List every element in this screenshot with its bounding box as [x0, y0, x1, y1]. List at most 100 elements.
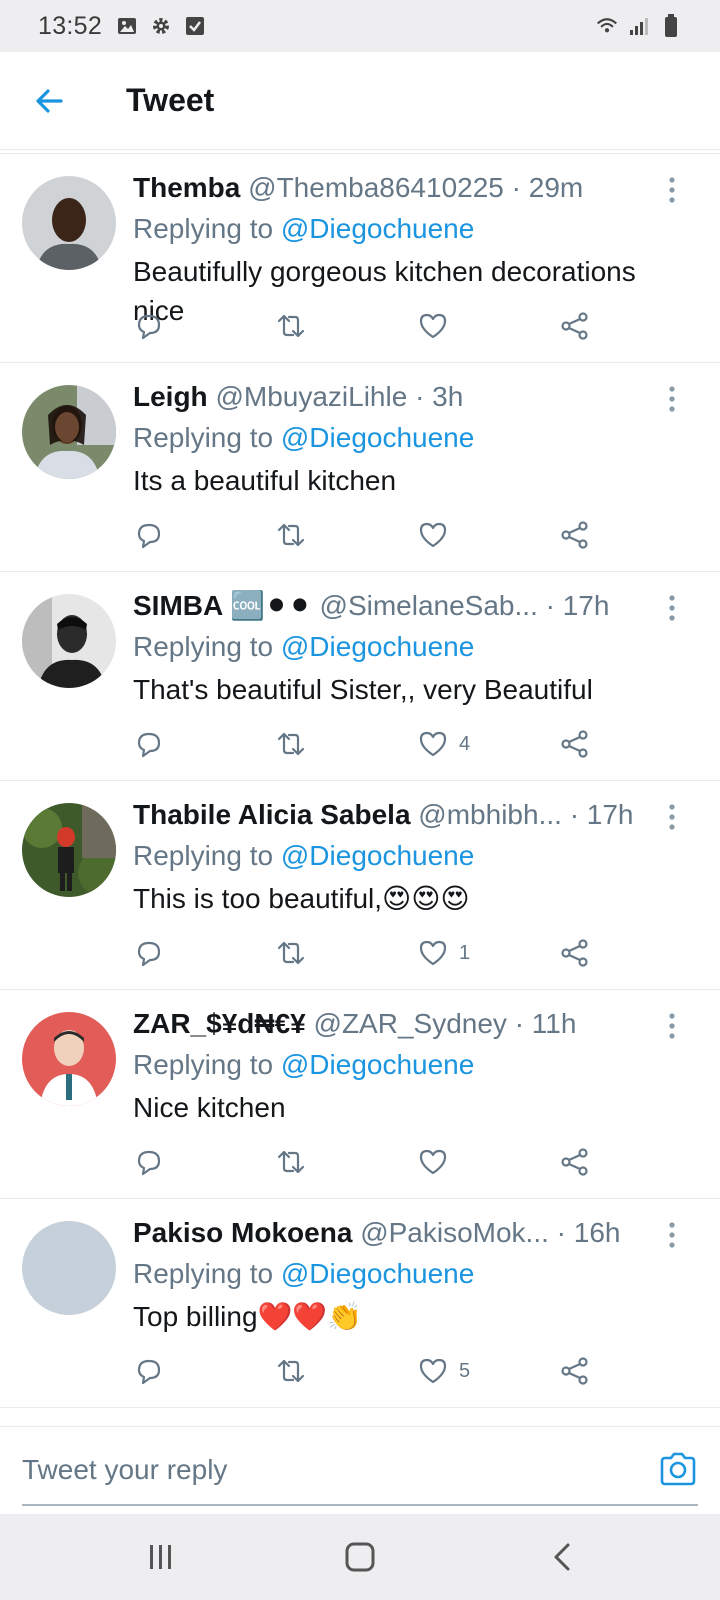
replying-to: Replying to @Diegochuene — [133, 1253, 660, 1295]
tweet-item[interactable]: Thabile Alicia Sabela @mbhibh... · 17h R… — [0, 781, 720, 990]
replying-to: Replying to @Diegochuene — [133, 626, 660, 668]
user-handle[interactable]: @PakisoMok... — [360, 1217, 549, 1248]
retweet-button[interactable] — [275, 308, 307, 344]
home-button[interactable] — [337, 1534, 383, 1580]
share-button[interactable] — [559, 517, 591, 553]
replying-to: Replying to @Diegochuene — [133, 417, 660, 459]
user-handle[interactable]: @MbuyaziLihle — [215, 381, 407, 412]
reply-input[interactable] — [22, 1427, 622, 1513]
recent-apps-button[interactable] — [138, 1534, 184, 1580]
mention-link[interactable]: @Diegochuene — [281, 631, 474, 662]
reply-button[interactable] — [133, 1353, 165, 1389]
more-options-icon[interactable] — [664, 385, 680, 413]
camera-icon — [660, 1452, 696, 1486]
replying-to: Replying to @Diegochuene — [133, 835, 660, 877]
avatar[interactable] — [22, 594, 116, 688]
more-options-icon[interactable] — [664, 1012, 680, 1040]
more-options-icon[interactable] — [664, 594, 680, 622]
tweet-actions: 1 — [133, 935, 613, 971]
like-button[interactable]: 4 — [417, 726, 470, 762]
like-button[interactable] — [417, 517, 459, 553]
mention-link[interactable]: @Diegochuene — [281, 1049, 474, 1080]
avatar[interactable] — [22, 803, 116, 897]
share-button[interactable] — [559, 1353, 591, 1389]
tweet-header: SIMBA 🆒⚫⚫ @SimelaneSab... · 17h — [133, 586, 660, 626]
wifi-icon — [596, 15, 618, 37]
share-button[interactable] — [559, 935, 591, 971]
like-button[interactable] — [417, 1144, 459, 1180]
tweet-item[interactable]: Leigh @MbuyaziLihle · 3h Replying to @Di… — [0, 363, 720, 572]
like-button[interactable] — [417, 308, 459, 344]
tweet-item[interactable]: Themba @Themba86410225 · 29m Replying to… — [0, 154, 720, 363]
tweet-text: That's beautiful Sister,, very Beautiful — [133, 674, 593, 705]
mention-link[interactable]: @Diegochuene — [281, 213, 474, 244]
user-handle[interactable]: @ZAR_Sydney — [314, 1008, 507, 1039]
tweet-item[interactable]: SIMBA 🆒⚫⚫ @SimelaneSab... · 17h Replying… — [0, 572, 720, 781]
reply-button[interactable] — [133, 1144, 165, 1180]
tweet-body: Leigh @MbuyaziLihle · 3h Replying to @Di… — [133, 377, 660, 500]
retweet-icon — [277, 941, 305, 965]
tweet-actions: 5 — [133, 1353, 613, 1389]
input-underline — [22, 1504, 698, 1506]
user-handle[interactable]: @SimelaneSab... — [320, 590, 538, 621]
avatar[interactable] — [22, 385, 116, 479]
avatar[interactable] — [22, 1012, 116, 1106]
reply-button[interactable] — [133, 935, 165, 971]
tweet-text: This is too beautiful,😍😍😍 — [133, 883, 470, 914]
like-count: 4 — [459, 732, 471, 755]
reply-icon — [137, 1359, 161, 1385]
more-options-icon[interactable] — [664, 1221, 680, 1249]
mention-link[interactable]: @Diegochuene — [281, 1258, 474, 1289]
mention-link[interactable]: @Diegochuene — [281, 422, 474, 453]
tweet-item[interactable]: Pakiso Mokoena @PakisoMok... · 16h Reply… — [0, 1199, 720, 1408]
avatar[interactable] — [22, 176, 116, 270]
reply-button[interactable] — [133, 308, 165, 344]
camera-button[interactable] — [658, 1449, 698, 1489]
tweet-header: Thabile Alicia Sabela @mbhibh... · 17h — [133, 795, 660, 835]
avatar[interactable] — [22, 1221, 116, 1315]
user-name[interactable]: Pakiso Mokoena — [133, 1217, 352, 1248]
user-name[interactable]: Leigh — [133, 381, 208, 412]
like-button[interactable]: 1 — [417, 935, 470, 971]
retweet-button[interactable] — [275, 726, 307, 762]
replying-label: Replying to — [133, 1258, 274, 1289]
arrow-left-icon — [36, 88, 63, 113]
more-options-icon[interactable] — [664, 176, 680, 204]
back-nav-button[interactable] — [540, 1534, 586, 1580]
status-time: 13:52 — [38, 11, 103, 40]
tweet-header: Pakiso Mokoena @PakisoMok... · 16h — [133, 1213, 660, 1253]
tweet-actions — [133, 517, 613, 553]
replying-label: Replying to — [133, 422, 274, 453]
back-button[interactable] — [24, 76, 74, 126]
reply-icon — [137, 941, 161, 967]
share-button[interactable] — [559, 1144, 591, 1180]
retweet-button[interactable] — [275, 935, 307, 971]
share-icon — [561, 1357, 588, 1385]
tweet-header: Leigh @MbuyaziLihle · 3h — [133, 377, 660, 417]
user-name[interactable]: Thabile Alicia Sabela — [133, 799, 411, 830]
more-options-icon[interactable] — [664, 803, 680, 831]
retweet-button[interactable] — [275, 1353, 307, 1389]
user-name[interactable]: SIMBA 🆒⚫⚫ — [133, 590, 312, 621]
retweet-icon — [277, 523, 305, 547]
user-handle[interactable]: @Themba86410225 — [248, 172, 504, 203]
tweet-item[interactable]: ZAR_$¥d₦€¥ @ZAR_Sydney · 11h Replying to… — [0, 990, 720, 1199]
tweet-header: ZAR_$¥d₦€¥ @ZAR_Sydney · 11h — [133, 1004, 660, 1044]
retweet-button[interactable] — [275, 517, 307, 553]
heart-icon — [419, 522, 447, 548]
mention-link[interactable]: @Diegochuene — [281, 840, 474, 871]
share-button[interactable] — [559, 308, 591, 344]
reply-button[interactable] — [133, 517, 165, 553]
tweet-actions: 4 — [133, 726, 613, 762]
user-handle[interactable]: @mbhibh... — [418, 799, 562, 830]
user-name[interactable]: ZAR_$¥d₦€¥ — [133, 1008, 306, 1039]
tweet-header: Themba @Themba86410225 · 29m — [133, 168, 660, 208]
image-icon — [116, 15, 138, 37]
retweet-button[interactable] — [275, 1144, 307, 1180]
reply-button[interactable] — [133, 726, 165, 762]
replies-feed[interactable]: Themba @Themba86410225 · 29m Replying to… — [0, 153, 720, 1426]
heart-icon — [419, 1149, 447, 1175]
like-button[interactable]: 5 — [417, 1353, 470, 1389]
user-name[interactable]: Themba — [133, 172, 240, 203]
share-button[interactable] — [559, 726, 591, 762]
